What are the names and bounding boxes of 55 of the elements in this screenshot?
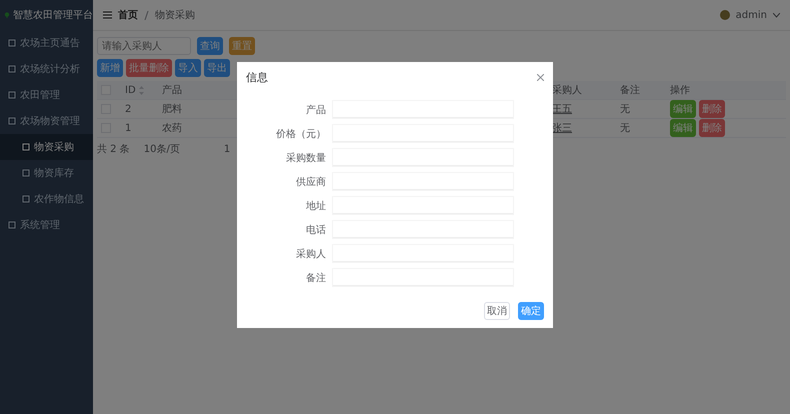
toolbar-button[interactable]: 新增 [97,59,123,77]
column-header: 备注 [616,81,666,100]
toolbar-button[interactable]: 导入 [175,59,201,77]
menu-item-icon [8,65,16,73]
sidebar-item[interactable]: 农场主页通告 [0,30,93,56]
sidebar-item[interactable]: 农田管理 [0,82,93,108]
sidebar-item[interactable]: 农场物资管理 [0,108,93,134]
total-count: 共 2 条 [97,142,130,156]
column-header: 操作 [666,81,786,100]
field-label: 供应商 [295,176,326,188]
field-label: 价格（元） [275,128,326,140]
page-size-select[interactable]: 10条/页 [144,142,180,156]
field-label: 地址 [305,200,326,212]
search-button[interactable]: 重置 [229,37,255,55]
dialog-title: 信息 [246,70,268,85]
page-number[interactable]: 1 [224,144,230,154]
edit-button[interactable]: 编辑 [670,119,696,137]
menu-icon[interactable] [103,11,112,19]
confirm-button[interactable]: 确定 [518,302,544,320]
sidebar-item[interactable]: 物资库存 [0,160,93,186]
field-label: 采购人 [295,248,326,260]
breadcrumb-item[interactable]: 首页 [118,8,138,22]
sidebar-item[interactable]: 农场统计分析 [0,56,93,82]
menu-item-icon [8,39,16,47]
caret-icon[interactable] [773,12,780,18]
sidebar-item[interactable]: 物资采购 [0,134,93,160]
edit-button[interactable]: 编辑 [670,100,696,118]
delete-button[interactable]: 删除 [699,119,725,137]
search-button[interactable]: 查询 [197,37,223,55]
breadcrumb-separator-icon [144,10,149,20]
user-menu[interactable]: admin [736,10,767,20]
sidebar-item[interactable]: 系统管理 [0,212,93,238]
menu-item-icon [22,195,30,203]
field-label: 产品 [305,104,326,116]
sort-icon[interactable] [138,86,144,94]
delete-button[interactable]: 删除 [699,100,725,118]
column-header[interactable]: ID [125,84,136,96]
menu-item-icon [8,91,16,99]
cancel-button[interactable]: 取消 [484,302,510,320]
menu-item-icon [22,169,30,177]
search-field[interactable]: 请输入采购人 [97,37,191,55]
field-label: 备注 [305,272,326,284]
app-title: 智慧农田管理平台 [13,8,93,22]
field-label: 电话 [305,224,326,236]
sidebar-item[interactable]: 农作物信息 [0,186,93,212]
breadcrumb-item: 物资采购 [155,8,195,22]
menu-item-icon [8,221,16,229]
avatar-icon [720,10,730,20]
menu-item-icon [8,117,16,125]
field-label: 采购数量 [285,152,326,164]
column-header: 产品 [158,81,238,100]
toolbar-button[interactable]: 导出 [204,59,230,77]
toolbar-button[interactable]: 批量删除 [126,59,172,77]
close-icon[interactable] [537,74,544,81]
menu-item-icon [22,143,30,151]
